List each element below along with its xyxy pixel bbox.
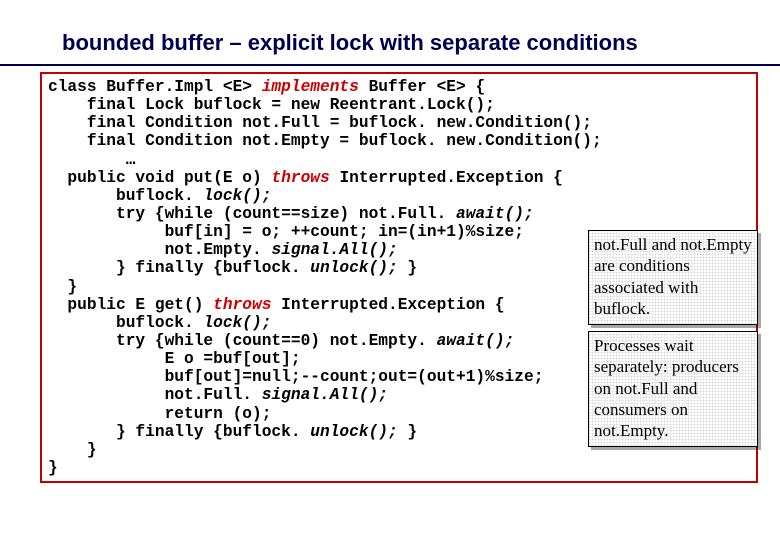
method-lock: lock();	[203, 314, 271, 332]
code-line: class Buffer.Impl <E>	[48, 78, 262, 96]
code-line: }	[398, 259, 417, 277]
keyword-implements: implements	[262, 78, 359, 96]
method-unlock: unlock();	[310, 259, 397, 277]
keyword-throws: throws	[213, 296, 271, 314]
keyword-throws: throws	[271, 169, 329, 187]
method-lock: lock();	[203, 187, 271, 205]
code-line: } finally {buflock.	[48, 423, 310, 441]
method-await: await();	[437, 332, 515, 350]
code-line: buflock.	[48, 187, 203, 205]
method-unlock: unlock();	[310, 423, 397, 441]
annotation-group: not.Full and not.Empty are conditions as…	[588, 230, 758, 453]
code-line: } finally {buflock.	[48, 259, 310, 277]
code-line: …	[48, 151, 135, 169]
code-line: try {while (count==0) not.Empty.	[48, 332, 437, 350]
code-line: final Condition not.Full = buflock. new.…	[48, 114, 592, 132]
code-line: }	[48, 441, 97, 459]
code-line: buf[out]=null;--count;out=(out+1)%size;	[48, 368, 543, 386]
code-line: Interrupted.Exception {	[330, 169, 563, 187]
code-line: }	[48, 278, 77, 296]
code-line: Buffer <E> {	[359, 78, 485, 96]
code-line: return (o);	[48, 405, 271, 423]
annotation-box-2: Processes wait separately: producers on …	[588, 331, 758, 447]
code-line: try {while (count==size) not.Full.	[48, 205, 456, 223]
method-await: await();	[456, 205, 534, 223]
code-line: public void put(E o)	[48, 169, 271, 187]
code-line: final Condition not.Empty = buflock. new…	[48, 132, 602, 150]
code-line: not.Full.	[48, 386, 262, 404]
code-line: buf[in] = o; ++count; in=(in+1)%size;	[48, 223, 524, 241]
slide-title: bounded buffer – explicit lock with sepa…	[0, 0, 780, 66]
method-signalall: signal.All();	[262, 386, 388, 404]
code-line: buflock.	[48, 314, 203, 332]
code-line: public E get()	[48, 296, 213, 314]
method-signalall: signal.All();	[271, 241, 397, 259]
code-line: not.Empty.	[48, 241, 271, 259]
annotation-box-1: not.Full and not.Empty are conditions as…	[588, 230, 758, 325]
code-line: Interrupted.Exception {	[271, 296, 504, 314]
code-line: }	[48, 459, 58, 477]
code-line: }	[398, 423, 417, 441]
code-line: final Lock buflock = new Reentrant.Lock(…	[48, 96, 495, 114]
code-line: E o =buf[out];	[48, 350, 301, 368]
